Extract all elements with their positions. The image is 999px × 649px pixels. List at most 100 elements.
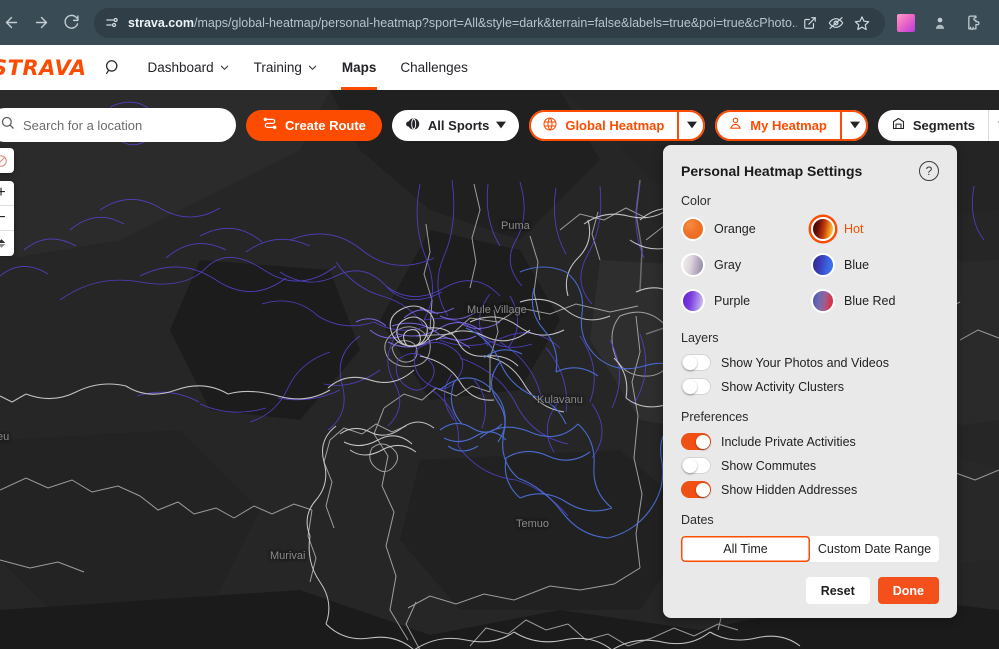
swatch-hot bbox=[811, 217, 835, 241]
preference-row-show-commutes[interactable]: Show Commutes bbox=[681, 457, 939, 474]
layers-section-title: Layers bbox=[681, 331, 719, 345]
url-domain: strava.com bbox=[128, 15, 195, 30]
global-heatmap-button[interactable]: Global Heatmap bbox=[529, 110, 677, 141]
personal-heatmap-settings-panel: Personal Heatmap Settings ? Color Orange… bbox=[663, 145, 957, 618]
color-label: Blue bbox=[844, 258, 870, 272]
forward-button[interactable] bbox=[26, 8, 56, 38]
zoom-control-group: + − bbox=[0, 181, 14, 256]
create-route-label: Create Route bbox=[285, 117, 366, 133]
my-heatmap-caret[interactable] bbox=[839, 109, 868, 141]
zoom-in-button[interactable]: + bbox=[0, 181, 14, 206]
color-option-blue[interactable]: Blue bbox=[811, 253, 939, 277]
nav-item-dashboard[interactable]: Dashboard bbox=[136, 45, 242, 90]
reload-button[interactable] bbox=[56, 8, 86, 38]
segments-dropdown[interactable]: Segments bbox=[877, 109, 999, 141]
compass-control-group bbox=[0, 148, 14, 173]
all-sports-dropdown[interactable]: All Sports bbox=[391, 109, 520, 141]
browser-toolbar: strava.com/maps/global-heatmap/personal-… bbox=[0, 0, 999, 45]
my-heatmap-label: My Heatmap bbox=[750, 117, 827, 133]
color-section-title: Color bbox=[681, 194, 711, 208]
segments-caret[interactable] bbox=[988, 109, 999, 141]
date-option-all-time[interactable]: All Time bbox=[681, 536, 810, 562]
person-icon bbox=[728, 116, 743, 134]
nav-item-maps[interactable]: Maps bbox=[330, 45, 389, 90]
toggle-show-commutes[interactable] bbox=[681, 457, 711, 474]
nav-item-label: Training bbox=[253, 60, 302, 75]
color-option-blue-red[interactable]: Blue Red bbox=[811, 289, 939, 313]
reset-button[interactable]: Reset bbox=[805, 577, 870, 604]
segment-trophy-icon bbox=[891, 116, 906, 134]
swatch-blue bbox=[811, 253, 835, 277]
dates-segmented-control: All Time Custom Date Range bbox=[681, 536, 939, 562]
tilt-icon[interactable] bbox=[0, 231, 14, 256]
address-bar[interactable]: strava.com/maps/global-heatmap/personal-… bbox=[94, 7, 885, 38]
dates-section-title: Dates bbox=[681, 513, 714, 527]
chevron-down-icon bbox=[220, 65, 228, 70]
color-option-gray[interactable]: Gray bbox=[681, 253, 811, 277]
nav-item-challenges[interactable]: Challenges bbox=[388, 45, 480, 90]
map-toolbar: Create Route All Sports Global Heatmap bbox=[0, 108, 999, 142]
help-question-icon[interactable]: ? bbox=[919, 161, 939, 181]
global-heatmap-dropdown[interactable]: Global Heatmap bbox=[529, 109, 706, 141]
date-option-custom-range[interactable]: Custom Date Range bbox=[810, 536, 939, 562]
back-button[interactable] bbox=[0, 8, 26, 38]
strava-logo[interactable]: STRAVA bbox=[0, 56, 87, 80]
color-option-orange[interactable]: Orange bbox=[681, 217, 811, 241]
color-label: Hot bbox=[844, 222, 864, 236]
preferences-section-title: Preferences bbox=[681, 410, 749, 424]
my-heatmap-button[interactable]: My Heatmap bbox=[715, 110, 840, 141]
color-label: Orange bbox=[714, 222, 756, 236]
preference-label: Show Hidden Addresses bbox=[721, 482, 858, 497]
global-heatmap-caret[interactable] bbox=[677, 109, 705, 141]
swatch-purple bbox=[681, 289, 705, 313]
color-label: Blue Red bbox=[844, 294, 896, 308]
compass-disabled-icon[interactable] bbox=[0, 148, 14, 173]
done-button[interactable]: Done bbox=[877, 577, 939, 604]
swatch-orange bbox=[681, 217, 705, 241]
segments-button[interactable]: Segments bbox=[878, 110, 988, 141]
nav-item-training[interactable]: Training bbox=[242, 45, 330, 90]
layer-row-activity-clusters[interactable]: Show Activity Clusters bbox=[681, 378, 939, 395]
url-path: /maps/global-heatmap/personal-heatmap?sp… bbox=[194, 15, 797, 30]
sports-icon bbox=[405, 116, 421, 135]
toggle-show-hidden-addresses[interactable] bbox=[681, 481, 711, 498]
profile-icon[interactable] bbox=[925, 8, 955, 38]
zoom-out-button[interactable]: − bbox=[0, 206, 14, 231]
chevron-down-icon bbox=[308, 65, 317, 70]
strava-header: STRAVA Dashboard Training Maps Challenge… bbox=[0, 45, 999, 90]
color-option-purple[interactable]: Purple bbox=[681, 289, 811, 313]
toggle-show-activity-clusters[interactable] bbox=[681, 378, 711, 395]
preference-row-show-hidden-addresses[interactable]: Show Hidden Addresses bbox=[681, 481, 939, 498]
map-zoom-controls: + − bbox=[0, 148, 14, 256]
layer-row-photos-videos[interactable]: Show Your Photos and Videos bbox=[681, 354, 939, 371]
bookmark-star-icon[interactable] bbox=[849, 10, 875, 36]
all-sports-main[interactable]: All Sports bbox=[392, 110, 519, 141]
layer-label: Show Activity Clusters bbox=[721, 379, 844, 394]
open-in-new-tab-icon[interactable] bbox=[797, 10, 823, 36]
swatch-blue-red bbox=[811, 289, 835, 313]
toggle-show-photos-videos[interactable] bbox=[681, 354, 711, 371]
all-sports-label: All Sports bbox=[427, 117, 490, 133]
segments-label: Segments bbox=[912, 117, 976, 133]
route-icon bbox=[262, 116, 278, 135]
create-route-button[interactable]: Create Route bbox=[246, 109, 382, 141]
nav-item-label: Maps bbox=[341, 60, 377, 75]
panel-footer: Reset Done bbox=[681, 577, 939, 604]
my-heatmap-dropdown[interactable]: My Heatmap bbox=[715, 109, 868, 141]
toggle-include-private-activities[interactable] bbox=[681, 433, 711, 450]
search-icon[interactable] bbox=[103, 58, 122, 77]
tracking-protection-off-icon[interactable] bbox=[823, 10, 849, 36]
extension-puzzle-icon[interactable] bbox=[959, 8, 989, 38]
extension-gradient-icon[interactable] bbox=[891, 8, 921, 38]
chevron-down-icon bbox=[496, 118, 507, 133]
search-location-box[interactable] bbox=[0, 108, 236, 142]
preference-row-include-private[interactable]: Include Private Activities bbox=[681, 433, 939, 450]
layer-label: Show Your Photos and Videos bbox=[721, 355, 889, 370]
panel-header: Personal Heatmap Settings ? bbox=[681, 161, 939, 181]
search-input[interactable] bbox=[23, 117, 224, 133]
swatch-gray bbox=[681, 253, 705, 277]
primary-nav: Dashboard Training Maps Challenges bbox=[136, 45, 480, 90]
site-settings-icon[interactable] bbox=[100, 11, 124, 35]
color-option-hot[interactable]: Hot bbox=[811, 217, 939, 241]
panel-title: Personal Heatmap Settings bbox=[681, 163, 863, 179]
